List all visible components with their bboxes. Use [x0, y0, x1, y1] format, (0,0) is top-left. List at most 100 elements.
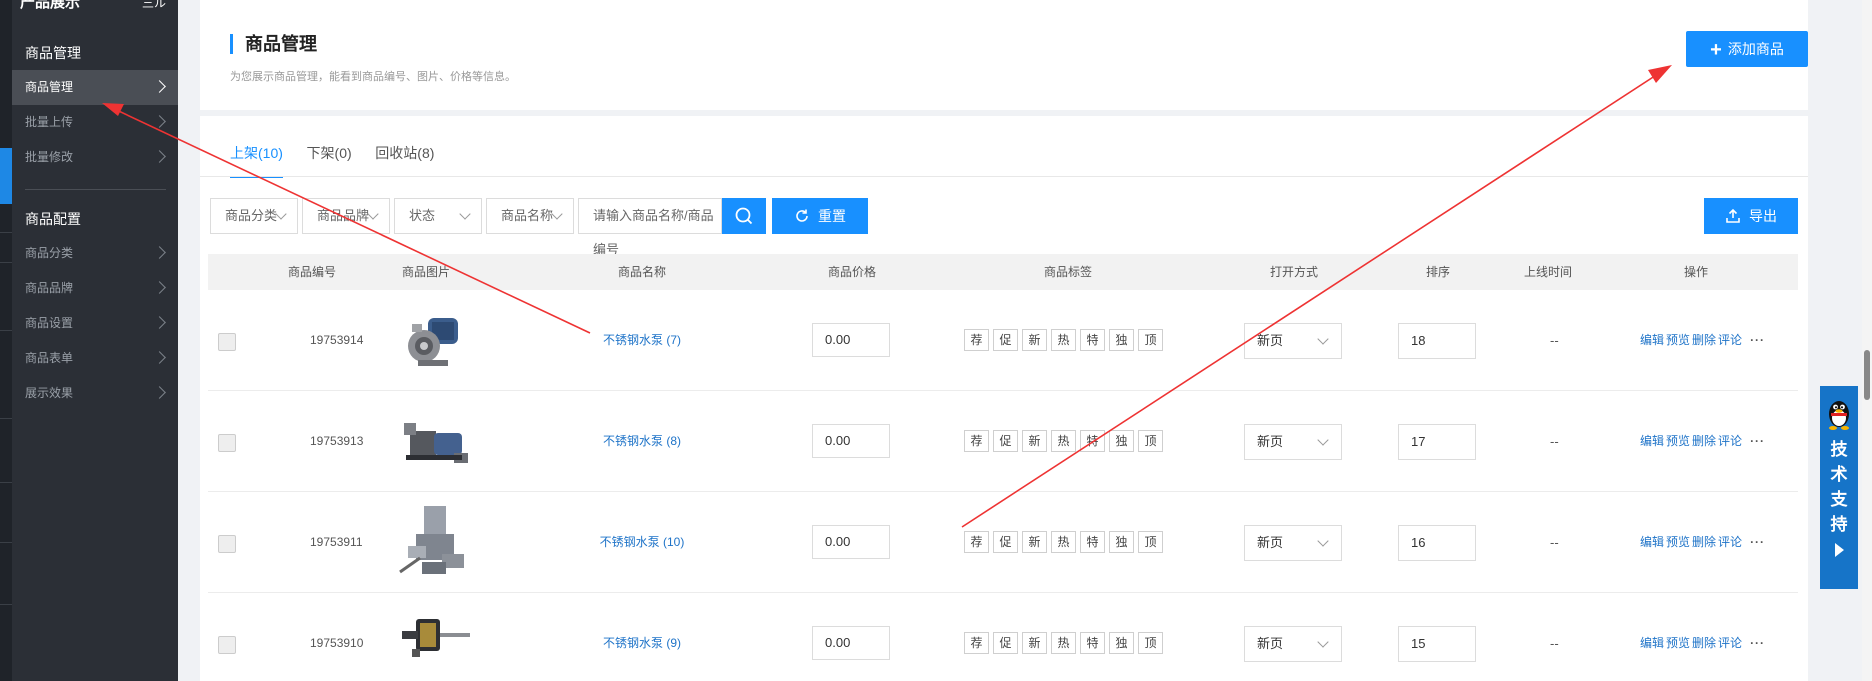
product-tag[interactable]: 促: [993, 632, 1018, 654]
search-input[interactable]: 请输入商品名称/商品编号: [578, 198, 722, 257]
sidebar-item-bulk-edit[interactable]: 批量修改: [12, 140, 178, 175]
product-tag[interactable]: 新: [1022, 632, 1047, 654]
row-action-link[interactable]: 删除: [1692, 636, 1716, 650]
product-tag[interactable]: 新: [1022, 329, 1047, 351]
sort-input[interactable]: 15: [1398, 626, 1476, 662]
category-select-value: 商品分类: [225, 208, 278, 223]
open-mode-select[interactable]: 新页: [1244, 424, 1342, 460]
tab-on-shelf[interactable]: 上架(10): [230, 140, 283, 178]
export-button[interactable]: 导出: [1704, 198, 1798, 234]
row-checkbox[interactable]: [218, 434, 236, 452]
product-tag[interactable]: 促: [993, 430, 1018, 452]
price-input[interactable]: 0.00: [812, 323, 890, 357]
row-checkbox[interactable]: [218, 535, 236, 553]
product-tag[interactable]: 顶: [1138, 329, 1163, 351]
row-action-link[interactable]: 评论: [1718, 636, 1742, 650]
row-action-link[interactable]: 预览: [1666, 636, 1690, 650]
product-tag[interactable]: 独: [1109, 632, 1134, 654]
upload-icon: [1726, 208, 1740, 223]
product-tag[interactable]: 独: [1109, 329, 1134, 351]
product-tag[interactable]: 特: [1080, 430, 1105, 452]
more-actions-icon[interactable]: ···: [1750, 333, 1765, 347]
tab-off-shelf[interactable]: 下架(0): [307, 140, 352, 178]
product-name-link[interactable]: 不锈钢水泵 (7): [603, 290, 681, 391]
product-tag[interactable]: 顶: [1138, 531, 1163, 553]
chevron-right-icon: [153, 115, 166, 128]
product-name-link[interactable]: 不锈钢水泵 (8): [603, 391, 681, 492]
product-tag[interactable]: 顶: [1138, 430, 1163, 452]
product-tag[interactable]: 热: [1051, 632, 1076, 654]
row-action-link[interactable]: 预览: [1666, 333, 1690, 347]
brand-select[interactable]: 商品品牌: [302, 198, 390, 234]
product-tag[interactable]: 热: [1051, 430, 1076, 452]
product-tag[interactable]: 热: [1051, 531, 1076, 553]
sort-input[interactable]: 18: [1398, 323, 1476, 359]
sidebar-item-categories[interactable]: 商品分类: [12, 236, 178, 271]
menu-toggle-icon[interactable]: 三ル: [142, 0, 166, 11]
product-name-link[interactable]: 不锈钢水泵 (10): [600, 492, 685, 593]
row-action-link[interactable]: 编辑: [1640, 535, 1664, 549]
price-input[interactable]: 0.00: [812, 424, 890, 458]
open-mode-select[interactable]: 新页: [1244, 626, 1342, 662]
product-tag[interactable]: 独: [1109, 430, 1134, 452]
product-tag[interactable]: 促: [993, 531, 1018, 553]
more-actions-icon[interactable]: ···: [1750, 434, 1765, 448]
product-tag[interactable]: 热: [1051, 329, 1076, 351]
product-tag[interactable]: 特: [1080, 329, 1105, 351]
row-checkbox[interactable]: [218, 636, 236, 654]
row-action-link[interactable]: 编辑: [1640, 636, 1664, 650]
online-time: --: [1550, 333, 1559, 348]
row-action-link[interactable]: 删除: [1692, 434, 1716, 448]
product-tag[interactable]: 特: [1080, 632, 1105, 654]
sidebar-item-bulk-upload[interactable]: 批量上传: [12, 105, 178, 140]
open-mode-select[interactable]: 新页: [1244, 323, 1342, 359]
row-action-link[interactable]: 预览: [1666, 535, 1690, 549]
product-tag[interactable]: 新: [1022, 531, 1047, 553]
price-input[interactable]: 0.00: [812, 626, 890, 660]
page-scrollbar[interactable]: [1862, 0, 1872, 681]
search-field-select[interactable]: 商品名称: [486, 198, 574, 234]
page-description: 为您展示商品管理，能看到商品编号、图片、价格等信息。: [230, 71, 516, 83]
status-select-value: 状态: [409, 208, 436, 223]
product-tag[interactable]: 新: [1022, 430, 1047, 452]
scrollbar-thumb[interactable]: [1864, 350, 1870, 400]
sidebar-item-display[interactable]: 展示效果: [12, 376, 178, 411]
product-tag[interactable]: 特: [1080, 531, 1105, 553]
row-action-link[interactable]: 预览: [1666, 434, 1690, 448]
sidebar-item-brands[interactable]: 商品品牌: [12, 271, 178, 306]
row-action-link[interactable]: 编辑: [1640, 434, 1664, 448]
product-tag[interactable]: 荐: [964, 531, 989, 553]
product-tag[interactable]: 荐: [964, 632, 989, 654]
row-action-link[interactable]: 评论: [1718, 434, 1742, 448]
sidebar-item-settings[interactable]: 商品设置: [12, 306, 178, 341]
search-button[interactable]: [722, 198, 766, 234]
support-char: 持: [1830, 515, 1848, 534]
open-mode-select[interactable]: 新页: [1244, 525, 1342, 561]
product-tag[interactable]: 顶: [1138, 632, 1163, 654]
row-action-link[interactable]: 评论: [1718, 535, 1742, 549]
sort-input[interactable]: 17: [1398, 424, 1476, 460]
add-product-button[interactable]: + 添加商品: [1686, 31, 1808, 67]
row-checkbox[interactable]: [218, 333, 236, 351]
tech-support-float[interactable]: 技 术 支 持: [1820, 386, 1858, 589]
price-input[interactable]: 0.00: [812, 525, 890, 559]
status-select[interactable]: 状态: [394, 198, 482, 234]
row-action-link[interactable]: 编辑: [1640, 333, 1664, 347]
category-select[interactable]: 商品分类: [210, 198, 298, 234]
product-name-link[interactable]: 不锈钢水泵 (9): [603, 593, 681, 681]
export-label: 导出: [1749, 208, 1777, 224]
sidebar-item-forms[interactable]: 商品表单: [12, 341, 178, 376]
product-tag[interactable]: 荐: [964, 430, 989, 452]
product-tag[interactable]: 促: [993, 329, 1018, 351]
reset-button[interactable]: 重置: [772, 198, 868, 234]
sort-input[interactable]: 16: [1398, 525, 1476, 561]
product-tag[interactable]: 荐: [964, 329, 989, 351]
row-action-link[interactable]: 删除: [1692, 535, 1716, 549]
row-action-link[interactable]: 评论: [1718, 333, 1742, 347]
more-actions-icon[interactable]: ···: [1750, 636, 1765, 650]
more-actions-icon[interactable]: ···: [1750, 535, 1765, 549]
tab-recycle-bin[interactable]: 回收站(8): [375, 140, 434, 178]
product-tag[interactable]: 独: [1109, 531, 1134, 553]
row-action-link[interactable]: 删除: [1692, 333, 1716, 347]
sidebar-item-product-management[interactable]: 商品管理: [12, 70, 178, 105]
